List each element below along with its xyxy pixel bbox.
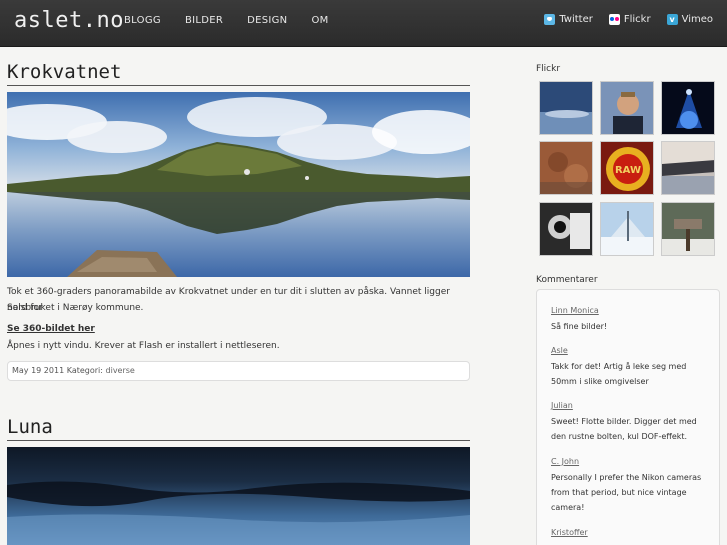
vimeo-icon: v <box>666 14 678 25</box>
post-date: May 19 2011 <box>12 366 65 375</box>
comment-author[interactable]: Julian <box>551 401 573 410</box>
flickr-thumb-4[interactable] <box>539 141 593 195</box>
comments-heading: Kommentarer <box>536 275 598 285</box>
flickr-thumb-2[interactable] <box>600 81 654 135</box>
comment-text: den rustne bolten, kul DOF-effekt. <box>551 432 688 441</box>
top-bar: aslet.no BLOGG BILDER DESIGN OM Twitter … <box>0 0 727 47</box>
site-logo[interactable]: aslet.no <box>14 8 124 33</box>
nav-om[interactable]: OM <box>311 15 328 26</box>
flickr-thumb-8[interactable] <box>600 202 654 256</box>
social-links: Twitter Flickr v Vimeo <box>528 14 713 25</box>
panorama-link[interactable]: Se 360-bildet her <box>7 324 95 334</box>
post-image-krokvatnet[interactable] <box>7 92 470 277</box>
comment-text: Så fine bilder! <box>551 322 608 331</box>
vimeo-link[interactable]: v Vimeo <box>666 14 713 25</box>
comment-author[interactable]: Kristoffer <box>551 528 588 537</box>
nav-design[interactable]: DESIGN <box>247 15 287 26</box>
main-nav: BLOGG BILDER DESIGN OM <box>124 15 353 26</box>
flickr-link[interactable]: Flickr <box>608 14 651 25</box>
title-divider-luna <box>7 440 470 441</box>
post-body-line2: Salsbruket i Nærøy kommune. <box>7 303 144 313</box>
comment-author[interactable]: C. John <box>551 457 579 466</box>
comment-author[interactable]: Linn Monica <box>551 306 599 315</box>
vimeo-label: Vimeo <box>681 14 713 25</box>
post-image-luna[interactable] <box>7 447 470 545</box>
post-title[interactable]: Krokvatnet <box>7 61 121 83</box>
twitter-label: Twitter <box>559 14 593 25</box>
flickr-heading: Flickr <box>536 64 561 74</box>
title-divider <box>7 85 470 86</box>
comment-text: 50mm i slike omgivelser <box>551 377 649 386</box>
twitter-icon <box>544 14 556 25</box>
svg-text:RAW: RAW <box>615 165 641 176</box>
flickr-label: Flickr <box>623 14 651 25</box>
flickr-thumb-5[interactable]: RAW <box>600 141 654 195</box>
comment-text: Takk for det! Artig å leke seg med <box>551 362 687 371</box>
comment-text: camera! <box>551 503 585 512</box>
flickr-thumb-9[interactable] <box>661 202 715 256</box>
comment-text: Sweet! Flotte bilder. Digger det med <box>551 417 697 426</box>
flickr-thumb-7[interactable] <box>539 202 593 256</box>
comment-text: Personally I prefer the Nikon cameras <box>551 473 702 482</box>
flickr-thumb-1[interactable] <box>539 81 593 135</box>
post-title-luna[interactable]: Luna <box>7 416 53 438</box>
category-label: Kategori: <box>66 366 103 375</box>
post-meta: May 19 2011 Kategori: diverse <box>7 361 470 381</box>
nav-blogg[interactable]: BLOGG <box>124 15 161 26</box>
nav-bilder[interactable]: BILDER <box>185 15 223 26</box>
post-note: Åpnes i nytt vindu. Krever at Flash er i… <box>7 341 280 351</box>
comment-text: from that period, but nice vintage <box>551 488 687 497</box>
flickr-thumb-3[interactable] <box>661 81 715 135</box>
flickr-thumb-6[interactable] <box>661 141 715 195</box>
comments-box: Linn Monica Så fine bilder! Asle Takk fo… <box>536 289 720 545</box>
twitter-link[interactable]: Twitter <box>544 14 593 25</box>
flickr-icon <box>608 14 620 25</box>
comment-author[interactable]: Asle <box>551 346 568 355</box>
category-link[interactable]: diverse <box>106 366 135 375</box>
